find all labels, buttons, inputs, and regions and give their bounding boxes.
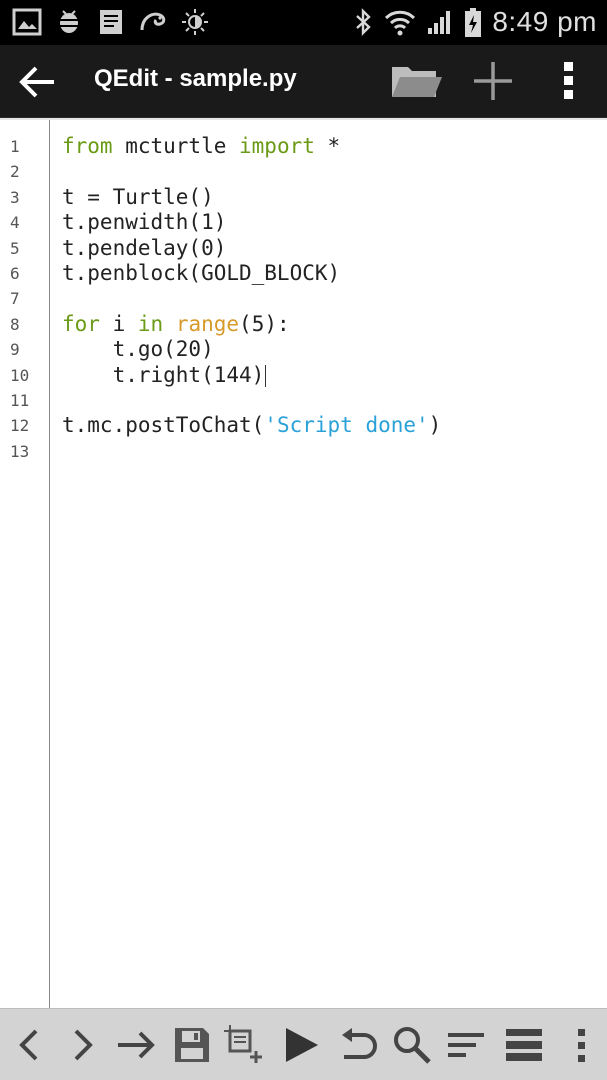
code-token: t.right(144) — [62, 362, 265, 387]
line-number: 11 — [10, 391, 30, 410]
code-line[interactable]: t.go(20) — [62, 337, 214, 362]
line-number: 8 — [10, 314, 20, 334]
text-cursor — [265, 364, 267, 387]
line-number: 10 — [10, 365, 30, 385]
page-title: QEdit - sample.py — [94, 65, 297, 92]
line-number: 7 — [10, 289, 20, 309]
overflow-menu-icon[interactable] — [552, 58, 586, 104]
code-token: range — [175, 311, 240, 336]
save-icon[interactable] — [172, 1025, 212, 1065]
bluetooth-icon — [352, 8, 374, 36]
sort-lines-icon[interactable] — [446, 1025, 486, 1065]
list-icon[interactable] — [504, 1025, 544, 1065]
code-line[interactable]: t.penblock(GOLD_BLOCK) — [62, 261, 340, 286]
undo-icon[interactable] — [338, 1025, 378, 1065]
code-line[interactable]: from mcturtle import * — [62, 134, 340, 159]
line-number: 4 — [10, 213, 20, 233]
folder-open-icon[interactable] — [388, 59, 444, 105]
code-line[interactable]: t.right(144) — [62, 362, 267, 388]
line-number: 6 — [10, 264, 20, 283]
action-bar: QEdit - sample.py — [0, 45, 607, 118]
code-line[interactable]: t.penwidth(1) — [62, 210, 226, 235]
wifi-icon — [384, 8, 416, 36]
more-vert-icon[interactable] — [562, 1025, 602, 1065]
line-number: 3 — [10, 187, 20, 207]
plus-icon[interactable] — [470, 58, 516, 104]
line-number: 13 — [10, 441, 30, 461]
code-token: t.penwidth(1) — [62, 210, 227, 235]
play-icon[interactable] — [282, 1025, 322, 1065]
code-token: t.penblock(GOLD_BLOCK) — [62, 261, 341, 285]
code-token: t.pendelay(0) — [62, 235, 227, 260]
code-token: ) — [428, 413, 442, 438]
brightness-icon — [180, 8, 210, 36]
code-token: t.mc.postToChat( — [62, 413, 265, 438]
line-number: 1 — [10, 137, 20, 156]
arrow-right-icon[interactable] — [116, 1025, 156, 1065]
line-number: 2 — [10, 162, 20, 182]
add-block-icon[interactable] — [224, 1025, 264, 1065]
code-token: * — [314, 134, 341, 158]
line-number-gutter: 1 2 3 4 5 6 7 8 9 10 11 12 13 — [0, 120, 50, 1008]
line-number: 5 — [10, 238, 20, 258]
chevron-right-icon[interactable] — [62, 1025, 102, 1065]
chameleon-icon — [138, 8, 168, 36]
android-debug-icon — [54, 8, 84, 36]
code-token: (5): — [239, 311, 290, 336]
chevron-left-icon[interactable] — [10, 1025, 50, 1065]
code-line[interactable]: for i in range(5): — [62, 312, 290, 337]
notes-icon — [96, 8, 126, 36]
battery-charging-icon — [464, 8, 482, 37]
code-token: in — [137, 311, 164, 336]
code-line[interactable]: t = Turtle() — [62, 185, 214, 210]
code-token: 'Script done' — [264, 413, 429, 438]
code-token: i — [99, 311, 138, 336]
code-line[interactable]: t.mc.postToChat('Script done') — [62, 413, 441, 438]
back-arrow-icon[interactable] — [14, 59, 60, 105]
code-token: mcturtle — [112, 134, 240, 158]
code-token: import — [239, 134, 315, 158]
code-token: t = Turtle() — [62, 184, 214, 209]
status-bar: 8:49 pm — [0, 0, 607, 45]
line-number: 9 — [10, 340, 20, 360]
code-line[interactable]: t.pendelay(0) — [62, 236, 226, 261]
code-token: t.go(20) — [62, 337, 214, 362]
gallery-icon — [12, 8, 42, 36]
signal-icon — [426, 8, 454, 36]
status-clock: 8:49 pm — [492, 6, 597, 37]
line-number: 12 — [10, 416, 30, 436]
code-token: from — [62, 134, 113, 158]
code-area[interactable]: from mcturtle import * t = Turtle() t.penw… — [62, 120, 603, 1008]
search-icon[interactable] — [392, 1025, 432, 1065]
bottom-toolbar — [0, 1008, 607, 1080]
code-editor[interactable]: 1 2 3 4 5 6 7 8 9 10 11 12 13 from mcturtle import *… — [0, 118, 607, 1008]
code-token: for — [62, 311, 100, 336]
